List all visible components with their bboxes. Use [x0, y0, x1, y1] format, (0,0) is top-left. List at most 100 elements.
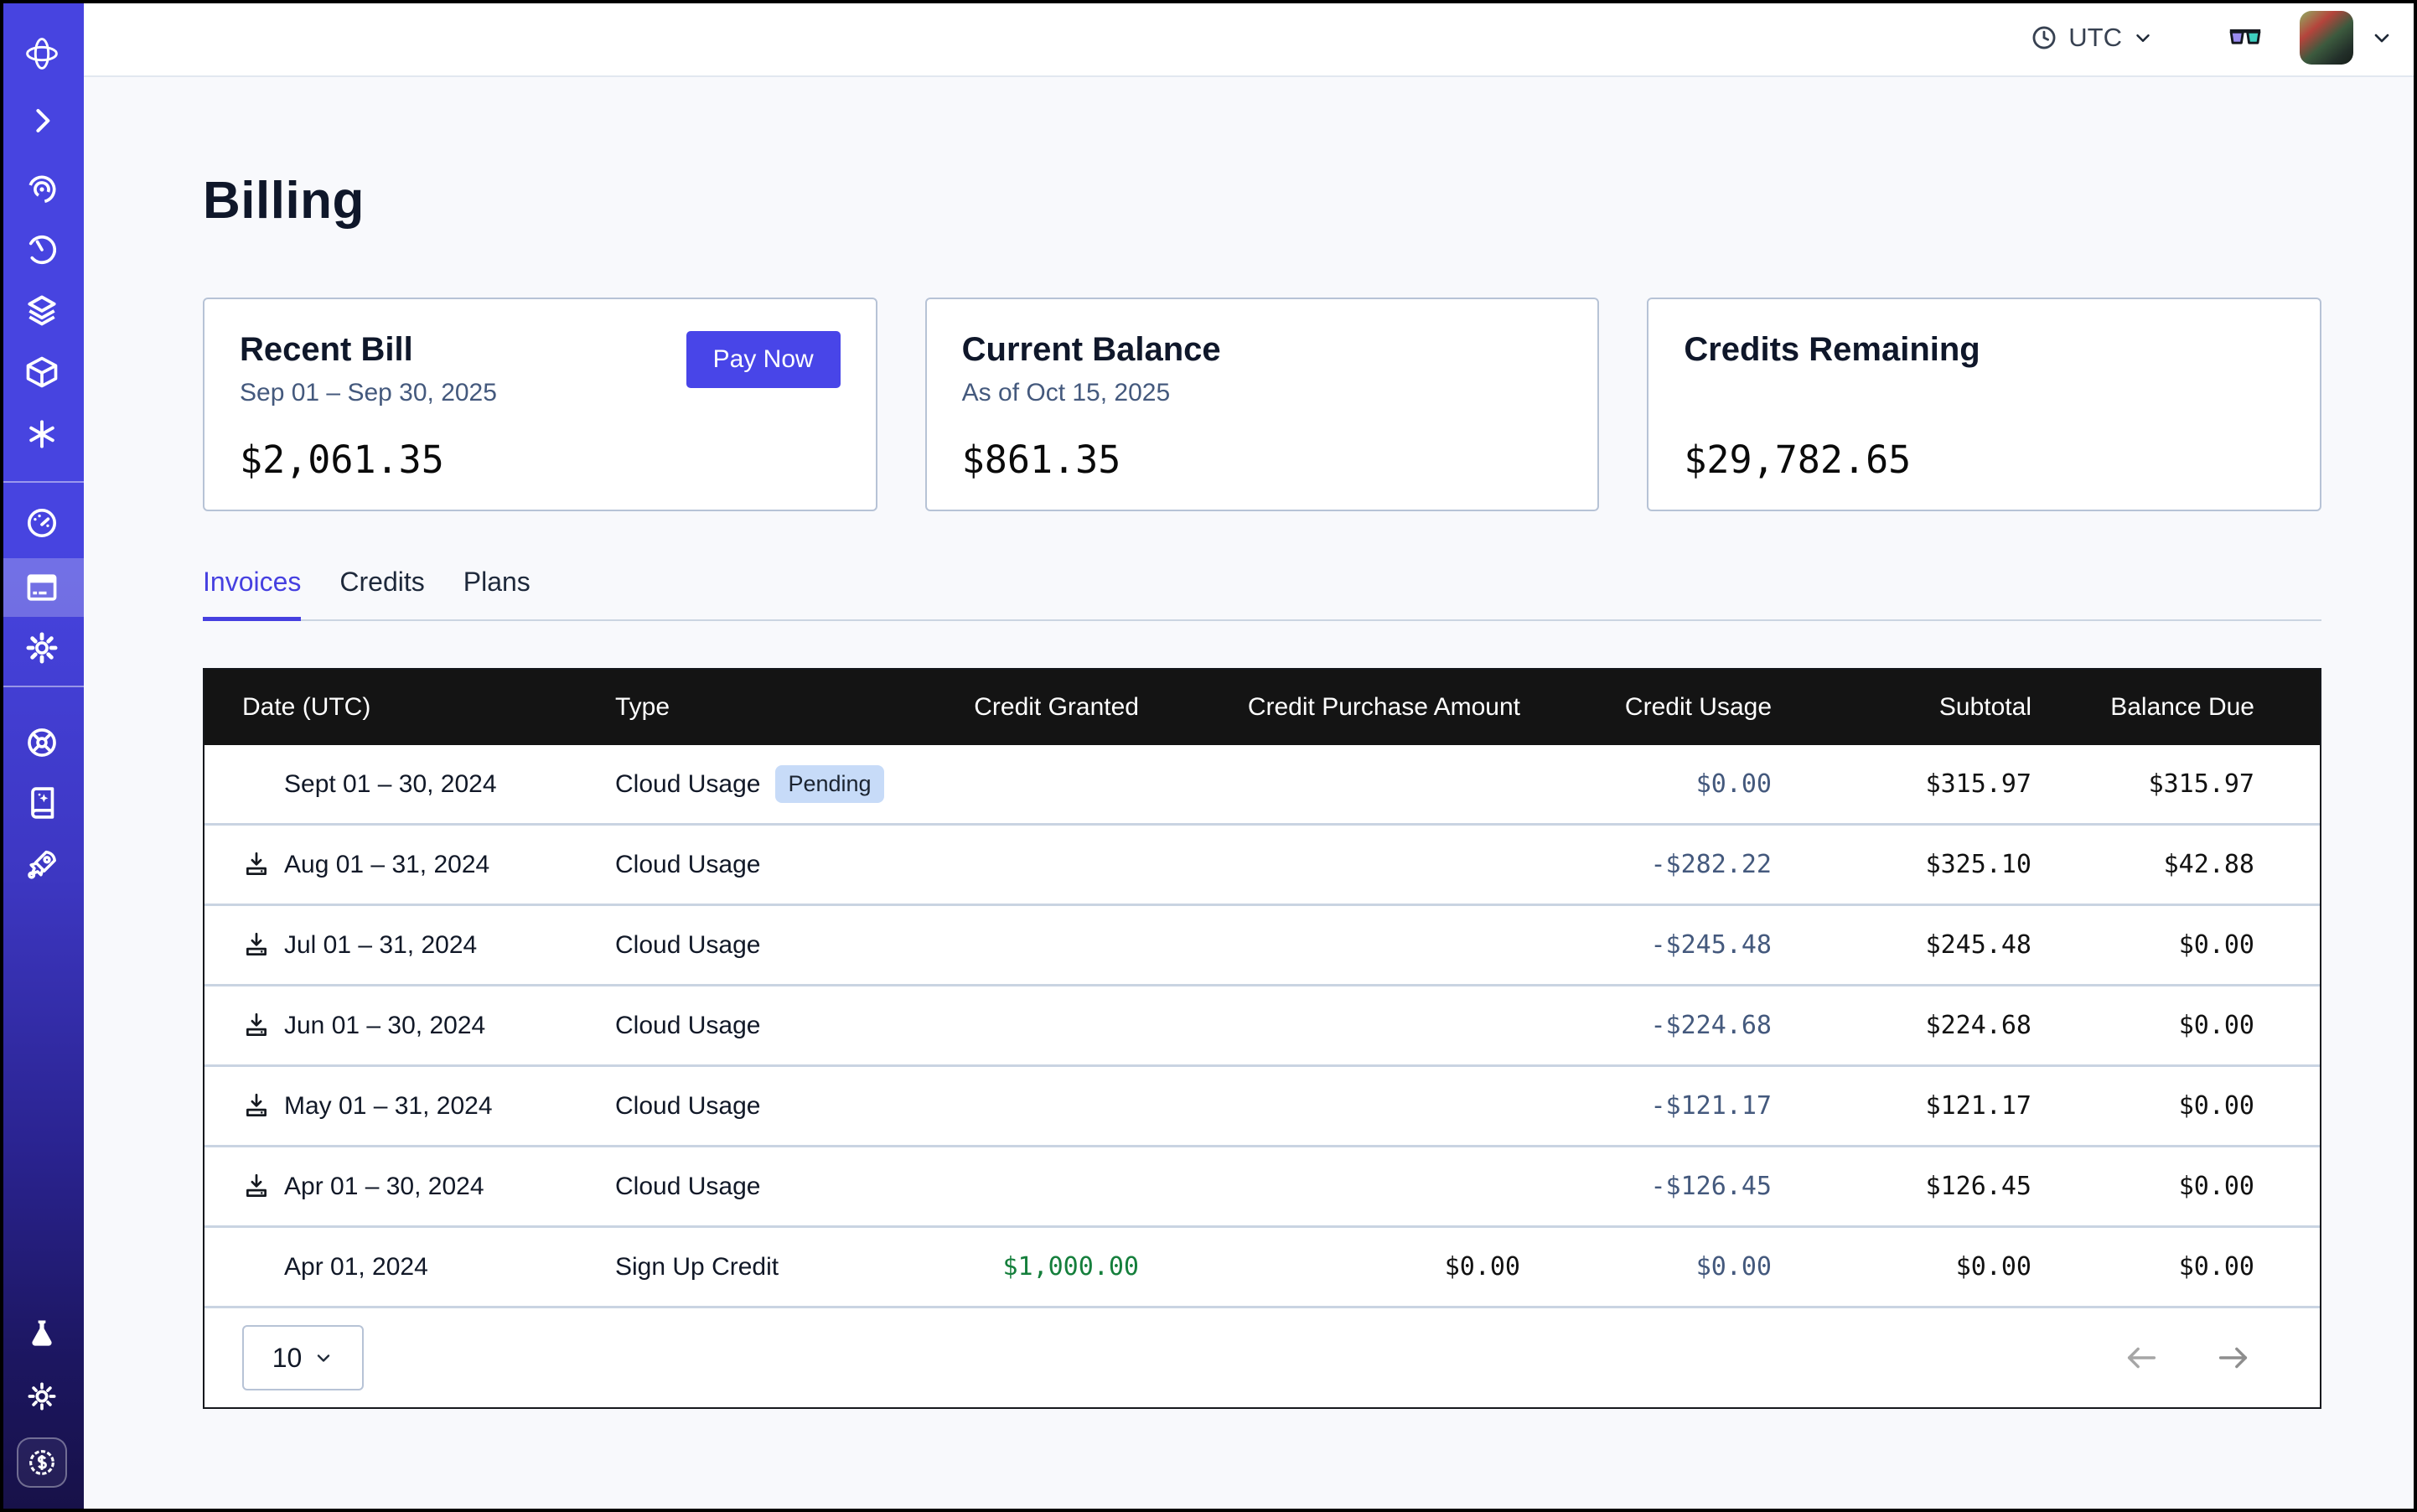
gauge-icon[interactable] [23, 505, 60, 541]
credits-remaining-spacer [1684, 379, 2285, 409]
current-balance-card: Current Balance As of Oct 15, 2025 $861.… [925, 298, 1600, 511]
credit-usage-value: -$224.68 [1520, 1011, 1772, 1040]
avatar[interactable] [2300, 11, 2353, 65]
download-invoice-icon[interactable] [242, 930, 284, 961]
dollar-badge-button[interactable] [17, 1437, 67, 1488]
invoice-type-cell: Cloud Usage [615, 931, 938, 960]
credit-granted-value: $1,000.00 [938, 1252, 1139, 1282]
table-row[interactable]: Sept 01 – 30, 2024 Cloud Usage Pending $… [204, 745, 2320, 826]
current-balance-title: Current Balance [962, 331, 1563, 369]
tab-invoices[interactable]: Invoices [203, 567, 301, 619]
gear-icon[interactable] [23, 629, 60, 666]
credits-remaining-title: Credits Remaining [1684, 331, 2285, 369]
subtotal-value: $245.48 [1772, 930, 2031, 960]
invoice-date-cell: Aug 01 – 31, 2024 [242, 850, 615, 880]
sidebar-divider [0, 686, 84, 687]
tab-credits[interactable]: Credits [339, 567, 424, 619]
table-footer: 10 [204, 1308, 2320, 1407]
chevron-right-icon[interactable] [23, 102, 60, 139]
prev-page-arrow-icon[interactable] [2122, 1339, 2161, 1377]
recent-bill-title: Recent Bill [240, 331, 497, 369]
next-page-arrow-icon[interactable] [2214, 1339, 2253, 1377]
invoice-type: Cloud Usage [615, 931, 760, 960]
recent-bill-amount: $2,061.35 [240, 438, 841, 482]
credit-usage-value: -$121.17 [1520, 1091, 1772, 1121]
spiral-eye-icon[interactable] [23, 171, 60, 208]
chevron-down-icon [2132, 27, 2154, 49]
status-badge: Pending [775, 765, 883, 803]
invoice-type: Cloud Usage [615, 770, 760, 799]
download-invoice-icon[interactable] [242, 850, 284, 880]
invoice-date: Jul 01 – 31, 2024 [284, 931, 477, 960]
col-credit-usage: Credit Usage [1520, 693, 1772, 722]
download-invoice-icon[interactable] [242, 1172, 284, 1202]
timer-icon[interactable] [23, 231, 60, 268]
col-type: Type [615, 693, 938, 722]
invoice-date-cell: May 01 – 31, 2024 [242, 1091, 615, 1121]
invoice-date: Apr 01 – 30, 2024 [284, 1173, 484, 1201]
subtotal-value: $224.68 [1772, 1011, 2031, 1040]
invoice-type-cell: Cloud Usage [615, 1012, 938, 1040]
cube-icon[interactable] [23, 354, 60, 391]
invoice-type: Cloud Usage [615, 1092, 760, 1121]
helm-wheel-icon[interactable] [23, 724, 60, 761]
table-row[interactable]: May 01 – 31, 2024 Cloud Usage -$121.17 $… [204, 1067, 2320, 1147]
dollar-badge-icon [25, 1446, 59, 1479]
summary-cards: Recent Bill Sep 01 – Sep 30, 2025 Pay No… [203, 298, 2321, 511]
page-size-select[interactable]: 10 [242, 1325, 364, 1390]
page-size-value: 10 [272, 1343, 303, 1374]
col-balance-due: Balance Due [2031, 693, 2254, 722]
table-row[interactable]: Aug 01 – 31, 2024 Cloud Usage -$282.22 $… [204, 826, 2320, 906]
table-row[interactable]: Apr 01, 2024 Sign Up Credit $1,000.00 $0… [204, 1228, 2320, 1308]
invoice-type: Cloud Usage [615, 1173, 760, 1201]
invoice-date: Jun 01 – 30, 2024 [284, 1012, 485, 1040]
flask-icon[interactable] [23, 1316, 60, 1353]
chevron-down-icon [313, 1348, 334, 1368]
table-row[interactable]: Apr 01 – 30, 2024 Cloud Usage -$126.45 $… [204, 1147, 2320, 1228]
table-header-row: Date (UTC) Type Credit Granted Credit Pu… [204, 670, 2320, 745]
timezone-selector[interactable]: UTC [2030, 23, 2154, 53]
current-balance-amount: $861.35 [962, 438, 1563, 482]
download-invoice-icon[interactable] [242, 1091, 284, 1121]
pay-now-button[interactable]: Pay Now [686, 331, 841, 388]
download-invoice-icon[interactable] [242, 1011, 284, 1041]
subtotal-value: $121.17 [1772, 1091, 2031, 1121]
sidebar-divider [0, 481, 84, 483]
rocket-icon[interactable] [23, 847, 60, 883]
invoice-date: May 01 – 31, 2024 [284, 1092, 493, 1121]
credits-remaining-amount: $29,782.65 [1684, 438, 2285, 482]
table-row[interactable]: Jul 01 – 31, 2024 Cloud Usage -$245.48 $… [204, 906, 2320, 986]
table-row[interactable]: Jun 01 – 30, 2024 Cloud Usage -$224.68 $… [204, 986, 2320, 1067]
book-sparkles-icon[interactable] [23, 784, 60, 821]
3d-glasses-icon[interactable] [2226, 18, 2264, 57]
subtotal-value: $0.00 [1772, 1252, 2031, 1282]
asterisk-icon[interactable] [23, 416, 60, 453]
sun-icon[interactable] [23, 1378, 60, 1415]
invoice-date: Aug 01 – 31, 2024 [284, 851, 489, 879]
balance-due-value: $0.00 [2031, 1252, 2254, 1282]
balance-due-value: $0.00 [2031, 1091, 2254, 1121]
credits-remaining-card: Credits Remaining $29,782.65 [1647, 298, 2321, 511]
tab-plans[interactable]: Plans [463, 567, 530, 619]
invoice-date-cell: Jul 01 – 31, 2024 [242, 930, 615, 961]
logo-orbit-icon[interactable] [23, 35, 60, 72]
balance-due-value: $315.97 [2031, 769, 2254, 799]
subtotal-value: $315.97 [1772, 769, 2031, 799]
invoice-type-cell: Cloud Usage [615, 851, 938, 879]
layers-icon[interactable] [23, 292, 60, 329]
credit-usage-value: $0.00 [1520, 769, 1772, 799]
col-credit-granted: Credit Granted [938, 693, 1139, 722]
subtotal-value: $126.45 [1772, 1172, 2031, 1201]
current-balance-asof: As of Oct 15, 2025 [962, 379, 1563, 409]
col-subtotal: Subtotal [1772, 693, 2031, 722]
main-content: Billing Recent Bill Sep 01 – Sep 30, 202… [84, 77, 2417, 1512]
invoices-table: Date (UTC) Type Credit Granted Credit Pu… [203, 668, 2321, 1409]
timezone-label: UTC [2068, 23, 2122, 53]
chevron-down-icon[interactable] [2370, 26, 2394, 49]
billing-card-icon[interactable] [23, 569, 60, 606]
recent-bill-card: Recent Bill Sep 01 – Sep 30, 2025 Pay No… [203, 298, 877, 511]
invoice-type-cell: Cloud Usage Pending [615, 765, 938, 803]
invoice-type: Sign Up Credit [615, 1253, 779, 1282]
page-title: Billing [203, 171, 2321, 230]
billing-tabs: Invoices Credits Plans [203, 567, 2321, 621]
